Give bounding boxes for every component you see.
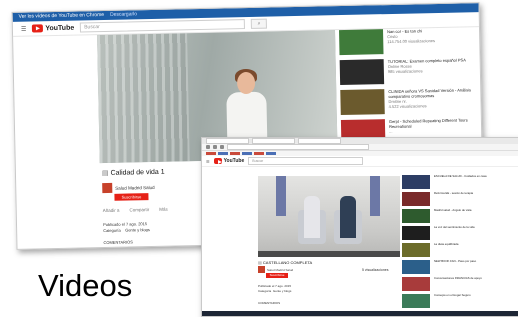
- search-input[interactable]: Buscar: [248, 157, 364, 165]
- video-thumbnail[interactable]: [402, 243, 430, 257]
- more-button[interactable]: Más: [159, 207, 168, 212]
- player-controls[interactable]: [258, 251, 400, 257]
- video-thumbnail[interactable]: [402, 277, 430, 291]
- channel-info: Salud Madrid Salud: [102, 182, 155, 194]
- subscribe-button[interactable]: Suscribirse: [114, 193, 149, 201]
- person-left: [304, 196, 320, 238]
- comments-header: COMENTARIOS: [258, 301, 281, 305]
- forward-icon[interactable]: [213, 145, 217, 149]
- related-videos: Nan cor - Es tan chi Cristo 114.754.00 vis…: [339, 27, 473, 150]
- logo-text: YouTube: [223, 158, 245, 164]
- video-player[interactable]: [258, 176, 400, 257]
- search-icon[interactable]: ⌕: [251, 18, 268, 29]
- channel-avatar[interactable]: [258, 266, 265, 273]
- caption-videos: Videos: [38, 268, 133, 303]
- bookmark-item[interactable]: [242, 152, 252, 155]
- video-thumbnail[interactable]: [402, 175, 430, 189]
- related-video-item[interactable]: La voz del sentimiento de la vida: [402, 225, 502, 240]
- play-icon: [213, 158, 222, 164]
- video-thumbnail[interactable]: [402, 192, 430, 206]
- person-right: [340, 196, 356, 238]
- related-video-item[interactable]: Reforma EE - sesión de terapia: [402, 191, 502, 206]
- curtain: [97, 33, 190, 164]
- browser-toolbar: [202, 144, 518, 151]
- bookmark-item[interactable]: [266, 152, 276, 155]
- playlist-icon: ▤: [258, 260, 262, 265]
- related-video-item[interactable]: TUTORIAL: Examen completo español PSA Onl…: [339, 57, 472, 86]
- related-video-item[interactable]: CLINIDA señora VS Sanidad Versión - Anál…: [340, 87, 472, 116]
- bookmark-item[interactable]: [254, 152, 264, 155]
- video-thumbnail[interactable]: [402, 226, 430, 240]
- promo-link[interactable]: Descargarlo: [110, 11, 137, 19]
- share-button[interactable]: Compartir: [129, 207, 149, 212]
- related-video-item[interactable]: NEW BOOK FAN - Paso por paso: [402, 259, 502, 274]
- video-thumbnail[interactable]: [339, 29, 384, 56]
- related-video-item[interactable]: Nan cor - Es tan chi Cristo 114.754.00 vis…: [339, 27, 471, 56]
- video-actions: Añadir a Compartir Más: [103, 207, 168, 213]
- address-bar[interactable]: [227, 144, 369, 150]
- youtube-logo[interactable]: YouTube: [32, 24, 74, 33]
- menu-icon[interactable]: ☰: [206, 159, 210, 164]
- category-label: Categoría: [258, 289, 272, 293]
- window: [370, 176, 380, 216]
- video-metadata: Publicado el 7 ago. 2015 Categoría Gente…: [258, 284, 291, 294]
- video-metadata: Publicado el 7 ago. 2015 Categoría Gente…: [103, 221, 150, 234]
- category-value[interactable]: Gente y blogs: [125, 227, 150, 233]
- bookmark-item[interactable]: [206, 152, 216, 155]
- category-label: Categoría: [103, 227, 121, 234]
- video-thumbnail[interactable]: [402, 260, 430, 274]
- category-value[interactable]: Gente y blogs: [273, 289, 292, 293]
- add-to-button[interactable]: Añadir a: [103, 208, 120, 213]
- related-videos: ESCUELA DE SALUD - Cuidados en casa Refo…: [402, 174, 502, 311]
- video-thumbnail[interactable]: [340, 89, 385, 116]
- channel-info: Salud Madrid Salud: [258, 266, 293, 273]
- menu-icon[interactable]: ☰: [21, 25, 27, 32]
- video-thumbnail[interactable]: [402, 209, 430, 223]
- video-thumbnail[interactable]: [339, 59, 385, 86]
- video-title: ▤ CASTELLANO COMPLETA: [258, 260, 313, 265]
- bookmark-item[interactable]: [218, 152, 228, 155]
- comments-header: COMENTARIOS: [103, 239, 133, 246]
- play-icon: [32, 24, 44, 33]
- youtube-header: ☰ YouTube Buscar: [202, 156, 518, 167]
- youtube-logo[interactable]: YouTube: [213, 158, 245, 164]
- related-video-item[interactable]: Madrid salud - Angulo de vista: [402, 208, 502, 223]
- logo-text: YouTube: [45, 24, 75, 32]
- bookmark-item[interactable]: [230, 152, 240, 155]
- search-input[interactable]: Buscar: [80, 19, 246, 33]
- view-count: 5 visualizaciones: [362, 268, 389, 272]
- playlist-icon: ▤: [101, 169, 109, 178]
- related-video-item[interactable]: ESCUELA DE SALUD - Cuidados en casa: [402, 174, 502, 189]
- related-video-item[interactable]: Conversaciones INFANCIAS de apoyo: [402, 276, 502, 291]
- reload-icon[interactable]: [220, 145, 224, 149]
- related-video-item[interactable]: La dieta equilibrada: [402, 242, 502, 257]
- video-thumbnail[interactable]: [402, 294, 430, 308]
- related-video-item[interactable]: Consejos en el Hogar Seguro: [402, 293, 502, 308]
- os-taskbar: [202, 311, 518, 316]
- subscribe-button[interactable]: Suscribirse: [266, 273, 288, 278]
- video-title: ▤ Calidad de vida 1: [101, 168, 165, 178]
- window: [276, 176, 286, 216]
- channel-avatar[interactable]: [102, 182, 113, 194]
- channel-name[interactable]: Salud Madrid Salud: [267, 268, 293, 272]
- channel-name[interactable]: Salud Madrid Salud: [115, 184, 154, 190]
- back-icon[interactable]: [206, 145, 210, 149]
- youtube-screenshot-front: ☰ YouTube Buscar ▤ CASTELLANO COMPLETA S…: [201, 137, 518, 317]
